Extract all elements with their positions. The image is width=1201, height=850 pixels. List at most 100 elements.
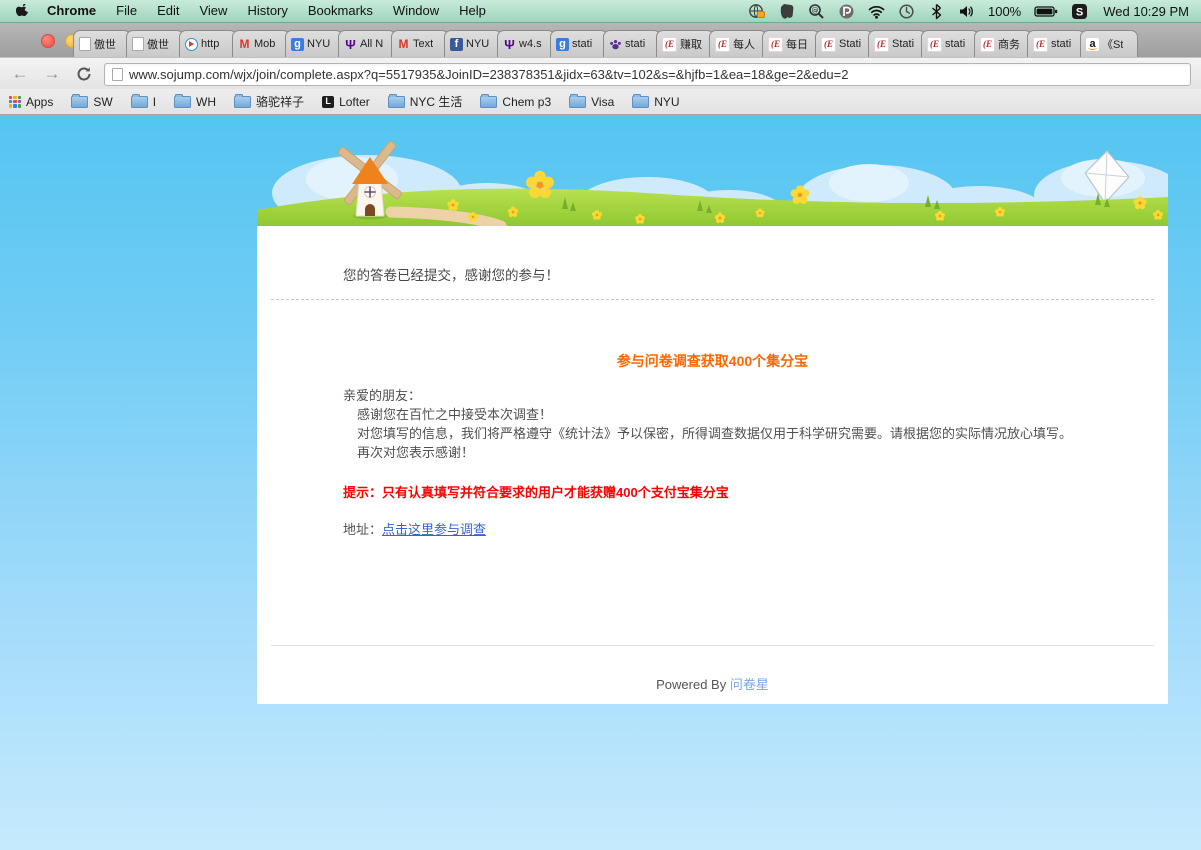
- time-machine-icon[interactable]: [898, 3, 915, 20]
- bookmark-folder[interactable]: I: [122, 89, 165, 114]
- e-forum-favicon: [1033, 36, 1048, 52]
- menu-item-view[interactable]: View: [189, 0, 237, 22]
- menu-item-bookmarks[interactable]: Bookmarks: [298, 0, 383, 22]
- volume-icon[interactable]: [958, 3, 975, 20]
- e-forum-favicon: [768, 36, 783, 52]
- e-forum-favicon: [821, 36, 836, 52]
- menu-clock[interactable]: Wed 10:29 PM: [1103, 4, 1189, 19]
- bookmark-label: Chem p3: [502, 94, 552, 109]
- nyu-torch-favicon: Ψ: [345, 36, 356, 52]
- bookmark-folder[interactable]: SW: [62, 89, 121, 114]
- bookmark-folder[interactable]: Chem p3: [471, 89, 560, 114]
- tab-label: stati: [625, 38, 646, 50]
- url-bar[interactable]: www.sojump.com/wjx/join/complete.aspx?q=…: [104, 62, 1191, 86]
- gmail-favicon: M: [398, 37, 409, 51]
- battery-icon[interactable]: [1034, 3, 1058, 20]
- menu-item-file[interactable]: File: [106, 0, 147, 22]
- tab-label: 傲世: [94, 39, 116, 51]
- back-button[interactable]: ←: [8, 62, 32, 86]
- brand-link[interactable]: 问卷星: [730, 677, 769, 692]
- tab-label: Stati: [892, 38, 915, 50]
- bookmarks-bar: Apps SW I WH 骆驼祥子 L Lofter NYC 生活 Chem p3…: [0, 89, 1201, 115]
- tab-strip: 傲世 傲世 http M Mob g NYU Ψ All N M Text f NYU Ψ…: [0, 23, 1201, 57]
- folder-icon: [387, 93, 405, 108]
- play-favicon: [185, 37, 198, 51]
- tab[interactable]: http: [179, 30, 237, 57]
- e-forum-favicon: [980, 36, 995, 52]
- tab[interactable]: 每日: [762, 30, 820, 57]
- bookmark-folder[interactable]: NYC 生活: [379, 89, 472, 114]
- tab[interactable]: 每人: [709, 30, 767, 57]
- browser-toolbar: ← → www.sojump.com/wjx/join/complete.asp…: [0, 57, 1201, 90]
- powered-by-label: Powered By: [656, 677, 727, 692]
- tab-label: 傲世: [147, 39, 169, 51]
- tab[interactable]: Ψ All N: [338, 30, 396, 57]
- reload-button[interactable]: [72, 62, 96, 86]
- e-forum-favicon: [715, 36, 730, 52]
- p-badge-icon[interactable]: [838, 3, 855, 20]
- tab[interactable]: 赚取: [656, 30, 714, 57]
- header-illustration: [257, 140, 1168, 226]
- bookmark-label: 骆驼祥子: [256, 95, 305, 109]
- bookmark-label: I: [152, 94, 157, 109]
- tab[interactable]: g NYU: [285, 30, 343, 57]
- tab-label: 商务: [998, 39, 1020, 51]
- bookmark-label: WH: [196, 94, 217, 109]
- globe-lock-icon[interactable]: [748, 3, 765, 20]
- wifi-icon[interactable]: [868, 3, 885, 20]
- lofter-icon: L: [322, 95, 335, 108]
- bookmark-folder[interactable]: WH: [165, 89, 225, 114]
- apps-button[interactable]: Apps: [0, 89, 62, 114]
- close-window-button[interactable]: [41, 34, 55, 48]
- s-app-icon[interactable]: S: [1071, 3, 1088, 20]
- tab-label: stati: [1051, 38, 1072, 50]
- menu-item-help[interactable]: Help: [449, 0, 496, 22]
- tab[interactable]: stati: [921, 30, 979, 57]
- bookmark-label: Visa: [591, 94, 615, 109]
- tab[interactable]: f NYU: [444, 30, 502, 57]
- bookmark-folder[interactable]: 骆驼祥子: [225, 89, 313, 114]
- tab-label: 赚取: [680, 39, 702, 51]
- bookmark-folder[interactable]: NYU: [623, 89, 688, 114]
- svg-text:@: @: [811, 6, 818, 14]
- tab[interactable]: Ψw4.s: [497, 30, 555, 57]
- tab[interactable]: stati: [1027, 30, 1085, 57]
- google-favicon: g: [291, 37, 304, 51]
- menu-item-history[interactable]: History: [237, 0, 297, 22]
- tab[interactable]: a 《St: [1080, 30, 1138, 57]
- search-at-icon[interactable]: @: [808, 3, 825, 20]
- bookmark-label: Apps: [26, 94, 54, 109]
- url-text[interactable]: www.sojump.com/wjx/join/complete.aspx?q=…: [129, 67, 848, 82]
- apple-icon[interactable]: [15, 2, 29, 19]
- evernote-icon[interactable]: [778, 3, 795, 20]
- invitation-paragraph: 亲爱的朋友： 感谢您在百忙之中接受本次调查！ 对您填写的信息，我们将严格遵守《统…: [343, 386, 1072, 462]
- powered-by: Powered By 问卷星: [257, 674, 1168, 693]
- submitted-message: 您的答卷已经提交，感谢您的参与！: [343, 268, 559, 283]
- folder-icon: [130, 93, 148, 108]
- tab[interactable]: Stati: [815, 30, 873, 57]
- bookmark-lofter[interactable]: L Lofter: [313, 89, 379, 114]
- menu-item-chrome[interactable]: Chrome: [37, 0, 106, 22]
- tab[interactable]: 傲世: [73, 30, 131, 57]
- tab[interactable]: Stati: [868, 30, 926, 57]
- notice-line: 提示：只有认真填写并符合要求的用户才能获赠400个支付宝集分宝: [343, 485, 729, 500]
- forward-button[interactable]: →: [40, 62, 64, 86]
- tab[interactable]: 商务: [974, 30, 1032, 57]
- tab[interactable]: 傲世: [126, 30, 184, 57]
- menu-item-window[interactable]: Window: [383, 0, 449, 22]
- tab[interactable]: M Text: [391, 30, 449, 57]
- tab[interactable]: M Mob: [232, 30, 290, 57]
- bluetooth-icon[interactable]: [928, 3, 945, 20]
- folder-icon: [632, 93, 650, 108]
- menu-item-edit[interactable]: Edit: [147, 0, 189, 22]
- survey-link[interactable]: 点击这里参与调查: [382, 522, 486, 537]
- bookmark-folder[interactable]: Visa: [560, 89, 623, 114]
- tab-label: Mob: [254, 38, 276, 50]
- tab-label: NYU: [466, 38, 490, 50]
- page-favicon: [79, 37, 91, 51]
- tab[interactable]: g stati: [550, 30, 608, 57]
- e-forum-favicon: [874, 36, 889, 52]
- bookmark-label: NYC 生活: [409, 95, 463, 109]
- battery-percentage: 100%: [987, 3, 1022, 19]
- tab[interactable]: stati: [603, 30, 661, 57]
